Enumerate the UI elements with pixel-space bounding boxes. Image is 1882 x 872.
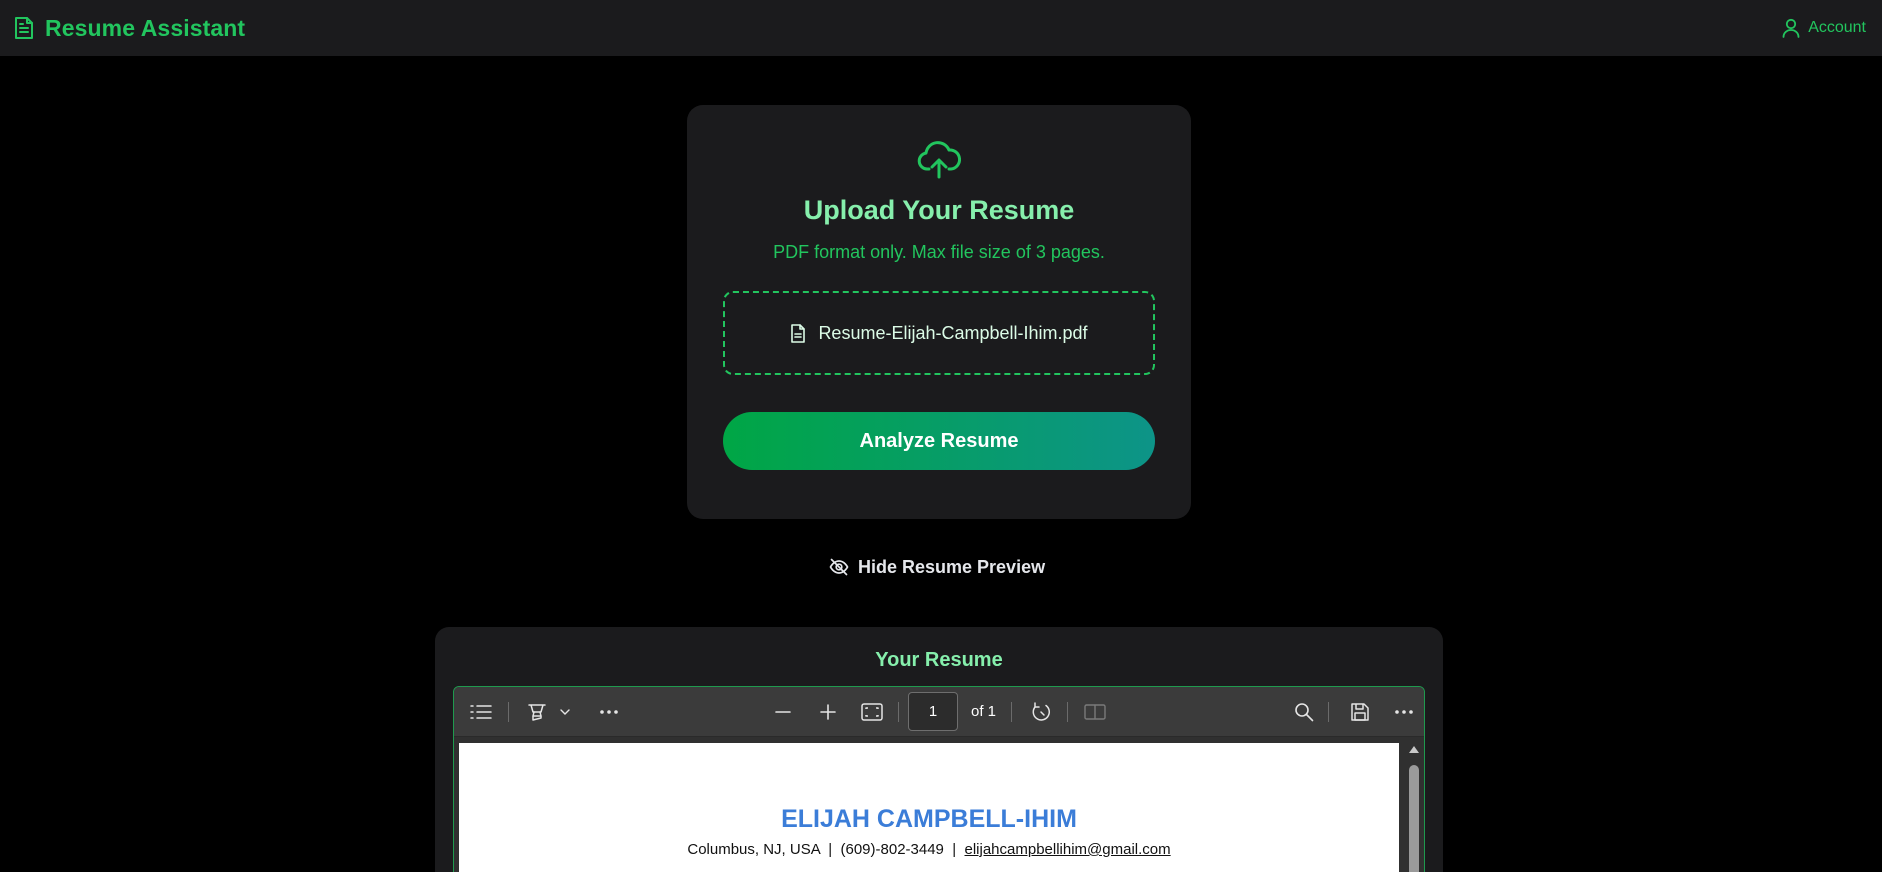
chevron-down-icon[interactable] (558, 700, 572, 724)
rotate-icon[interactable] (1029, 700, 1053, 724)
zoom-in-icon[interactable] (816, 700, 840, 724)
two-page-view-icon (1083, 700, 1107, 724)
brand[interactable]: Resume Assistant (13, 15, 245, 42)
pdf-viewer: of 1 (453, 686, 1425, 872)
resume-phone: (609)-802-3449 (840, 841, 944, 858)
account-button[interactable]: Account (1782, 18, 1868, 38)
contact-separator: | (952, 841, 957, 858)
selected-file-name: Resume-Elijah-Campbell-Ihim.pdf (818, 322, 1088, 343)
hide-preview-label: Hide Resume Preview (858, 556, 1046, 577)
save-icon[interactable] (1348, 700, 1372, 724)
page-total-label: of 1 (971, 703, 997, 720)
toolbar-separator (898, 702, 899, 722)
hide-preview-toggle[interactable]: Hide Resume Preview (829, 553, 1045, 581)
toolbar-separator (1328, 702, 1329, 722)
top-navbar: Resume Assistant Account (0, 0, 1882, 56)
analyze-resume-button[interactable]: Analyze Resume (723, 412, 1155, 470)
resume-location: Columbus, NJ, USA (687, 841, 820, 858)
account-label: Account (1808, 19, 1866, 36)
page-number-input[interactable] (908, 692, 958, 731)
scroll-up-arrow-icon[interactable] (1409, 746, 1419, 753)
eye-off-icon (829, 557, 849, 577)
upload-title: Upload Your Resume (803, 195, 1075, 225)
cloud-upload-icon (917, 141, 961, 179)
zoom-out-icon[interactable] (771, 700, 795, 724)
more-options-icon[interactable] (597, 700, 621, 724)
search-icon[interactable] (1292, 700, 1316, 724)
upload-card: Upload Your Resume PDF format only. Max … (687, 105, 1191, 519)
highlighter-icon[interactable] (525, 700, 549, 724)
app-title: Resume Assistant (45, 14, 246, 41)
resume-contact-line: Columbus, NJ, USA | (609)-802-3449 | eli… (459, 841, 1399, 858)
contact-separator: | (828, 841, 833, 858)
pdf-document-area[interactable]: ELIJAH CAMPBELL-IHIM Columbus, NJ, USA |… (454, 738, 1424, 872)
user-icon (1782, 18, 1800, 38)
pdf-page: ELIJAH CAMPBELL-IHIM Columbus, NJ, USA |… (459, 743, 1399, 872)
table-of-contents-icon[interactable] (469, 700, 493, 724)
pdf-scrollbar[interactable] (1404, 738, 1424, 872)
resume-preview-panel: Your Resume 1 of 1 ELIJAH CAMPBELL-IHIM … (435, 627, 1443, 872)
upload-subtitle: PDF format only. Max file size of 3 page… (773, 242, 1105, 262)
file-icon (790, 323, 806, 343)
more-options-icon[interactable] (1392, 700, 1416, 724)
resume-email-link[interactable]: elijahcampbellihim@gmail.com (965, 841, 1171, 858)
toolbar-separator (1067, 702, 1068, 722)
file-dropzone[interactable]: Resume-Elijah-Campbell-Ihim.pdf (723, 291, 1155, 375)
toolbar-separator (1011, 702, 1012, 722)
fit-page-icon[interactable] (860, 700, 884, 724)
pdf-toolbar: of 1 (454, 687, 1424, 737)
toolbar-separator (508, 702, 509, 722)
file-text-icon (13, 16, 35, 40)
scroll-thumb[interactable] (1409, 765, 1419, 872)
preview-title: Your Resume (875, 649, 1003, 671)
resume-name: ELIJAH CAMPBELL-IHIM (781, 805, 1077, 833)
